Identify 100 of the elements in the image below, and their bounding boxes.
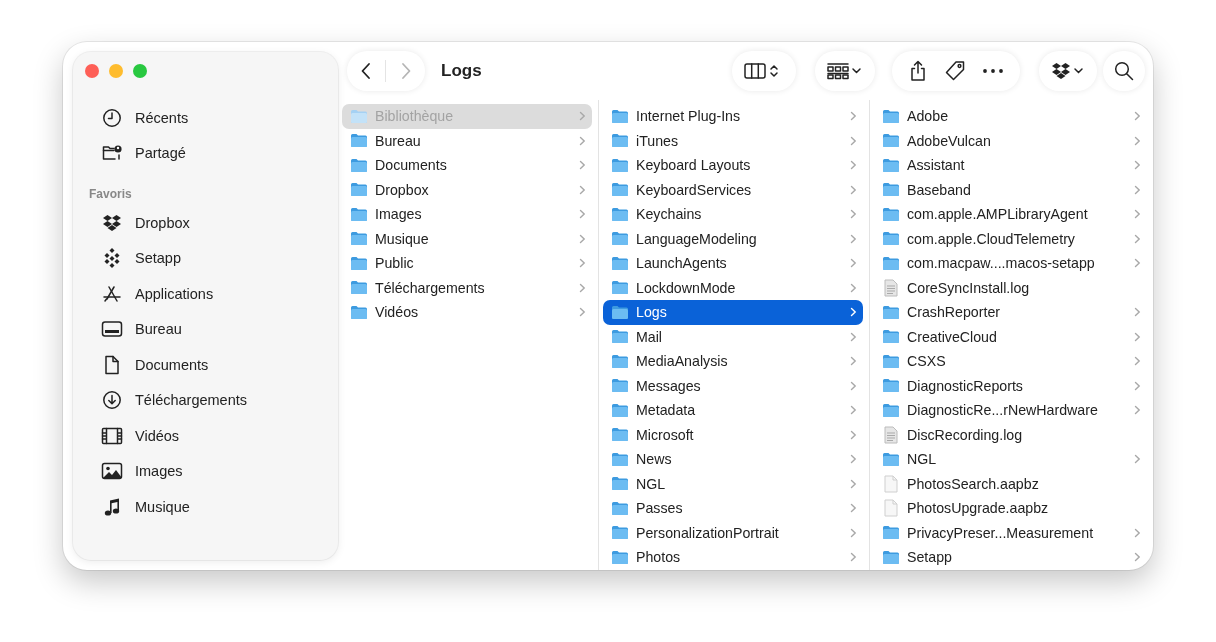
folder-row[interactable]: LanguageModeling [603,226,863,251]
file-row[interactable]: DiscRecording.log [874,422,1147,447]
folder-icon [882,329,900,345]
folder-icon [350,157,368,173]
diamond-grid-icon [103,248,121,269]
folder-row[interactable]: Metadata [603,398,863,423]
sidebar-item[interactable]: Musique [81,489,330,525]
folder-row[interactable]: Adobe [874,104,1147,129]
folder-row[interactable]: Internet Plug-Ins [603,104,863,129]
folder-icon [611,157,629,173]
sidebar-item[interactable]: Vidéos [81,418,330,454]
dropbox-button[interactable] [1039,51,1097,91]
folder-row[interactable]: CSXS [874,349,1147,374]
chevron-icon [1134,527,1141,538]
folder-row[interactable]: Baseband [874,177,1147,202]
folder-row[interactable]: Microsoft [603,422,863,447]
sidebar-item[interactable]: Téléchargements [81,382,330,418]
folder-icon [350,304,368,320]
folder-row[interactable]: com.macpaw....macos-setapp [874,251,1147,276]
chevron-icon [850,527,857,538]
folder-icon [882,353,900,369]
folder-row[interactable]: com.apple.CloudTelemetry [874,226,1147,251]
folder-icon [611,451,629,467]
folder-row[interactable]: DiagnosticReports [874,373,1147,398]
search-button[interactable] [1103,51,1145,91]
folder-row[interactable]: Images [342,202,592,227]
chevron-icon [1134,405,1141,416]
window-title: Logs [441,61,483,81]
folder-row[interactable]: Public [342,251,592,276]
folder-row[interactable]: MediaAnalysis [603,349,863,374]
desktop-icon [101,320,123,339]
chevron-icon [850,160,857,171]
folder-row[interactable]: Vidéos [342,300,592,325]
folder-icon [350,182,368,198]
file-row[interactable]: PhotosSearch.aapbz [874,471,1147,496]
folder-row[interactable]: Dropbox [342,177,592,202]
folder-row[interactable]: Keyboard Layouts [603,153,863,178]
close-button[interactable] [85,64,99,78]
group-button[interactable] [815,51,875,91]
folder-row[interactable]: Photos [603,545,863,570]
folder-icon [882,304,900,320]
folder-row[interactable]: PrivacyPreser...Measurement [874,520,1147,545]
folder-icon [882,231,900,247]
folder-row[interactable]: Assistant [874,153,1147,178]
sidebar-item[interactable]: Dropbox [81,205,330,241]
sidebar-item[interactable]: Documents [81,347,330,383]
folder-row[interactable]: KeyboardServices [603,177,863,202]
folder-row[interactable]: iTunes [603,128,863,153]
view-mode-button[interactable] [732,51,796,91]
folder-row[interactable]: AdobeVulcan [874,128,1147,153]
folder-row[interactable]: NGL [874,447,1147,472]
chevron-left-icon [360,61,373,81]
sidebar-item[interactable]: Setapp [81,240,330,276]
folder-row[interactable]: Musique [342,226,592,251]
sidebar-item[interactable]: Applications [81,276,330,312]
chevron-icon [850,331,857,342]
folder-icon [611,427,629,443]
text-file-icon [884,278,898,297]
folder-row[interactable]: LockdownMode [603,275,863,300]
sidebar-item[interactable]: Images [81,453,330,489]
grid-icon [827,62,863,80]
chevron-icon [579,282,586,293]
chevron-icon [850,454,857,465]
folder-row[interactable]: Keychains [603,202,863,227]
folder-icon [350,255,368,271]
folder-row[interactable]: Setapp [874,545,1147,570]
section-header: Favoris [88,186,133,203]
folder-row[interactable]: PersonalizationPortrait [603,520,863,545]
folder-row[interactable]: Documents [342,153,592,178]
file-row[interactable]: CoreSyncInstall.log [874,275,1147,300]
folder-row[interactable]: LaunchAgents [603,251,863,276]
sidebar-item[interactable]: Bureau [81,311,330,347]
folder-row[interactable]: CreativeCloud [874,324,1147,349]
tag-icon [944,60,966,82]
chevron-icon [1134,307,1141,318]
folder-row[interactable]: CrashReporter [874,300,1147,325]
folder-row[interactable]: Mail [603,324,863,349]
folder-row[interactable]: Téléchargements [342,275,592,300]
chevron-icon [850,356,857,367]
folder-row[interactable]: Messages [603,373,863,398]
folder-row[interactable]: News [603,447,863,472]
chevron-icon [1134,356,1141,367]
folder-row[interactable]: Bureau [342,128,592,153]
file-row[interactable]: PhotosUpgrade.aapbz [874,496,1147,521]
chevron-icon [1134,209,1141,220]
folder-row[interactable]: NGL [603,471,863,496]
folder-icon [882,549,900,565]
search-icon [1114,61,1134,81]
folder-icon [350,280,368,296]
folder-icon [611,476,629,492]
folder-row[interactable]: Logs [603,300,863,325]
folder-row[interactable]: Passes [603,496,863,521]
sidebar-item[interactable]: Partagé [81,135,330,171]
chevron-icon [1134,135,1141,146]
folder-icon [611,231,629,247]
folder-row[interactable]: com.apple.AMPLibraryAgent [874,202,1147,227]
sidebar-item[interactable]: Récents [81,100,330,136]
folder-icon [611,378,629,394]
more-icon [982,68,1004,74]
folder-row[interactable]: DiagnosticRe...rNewHardware [874,398,1147,423]
